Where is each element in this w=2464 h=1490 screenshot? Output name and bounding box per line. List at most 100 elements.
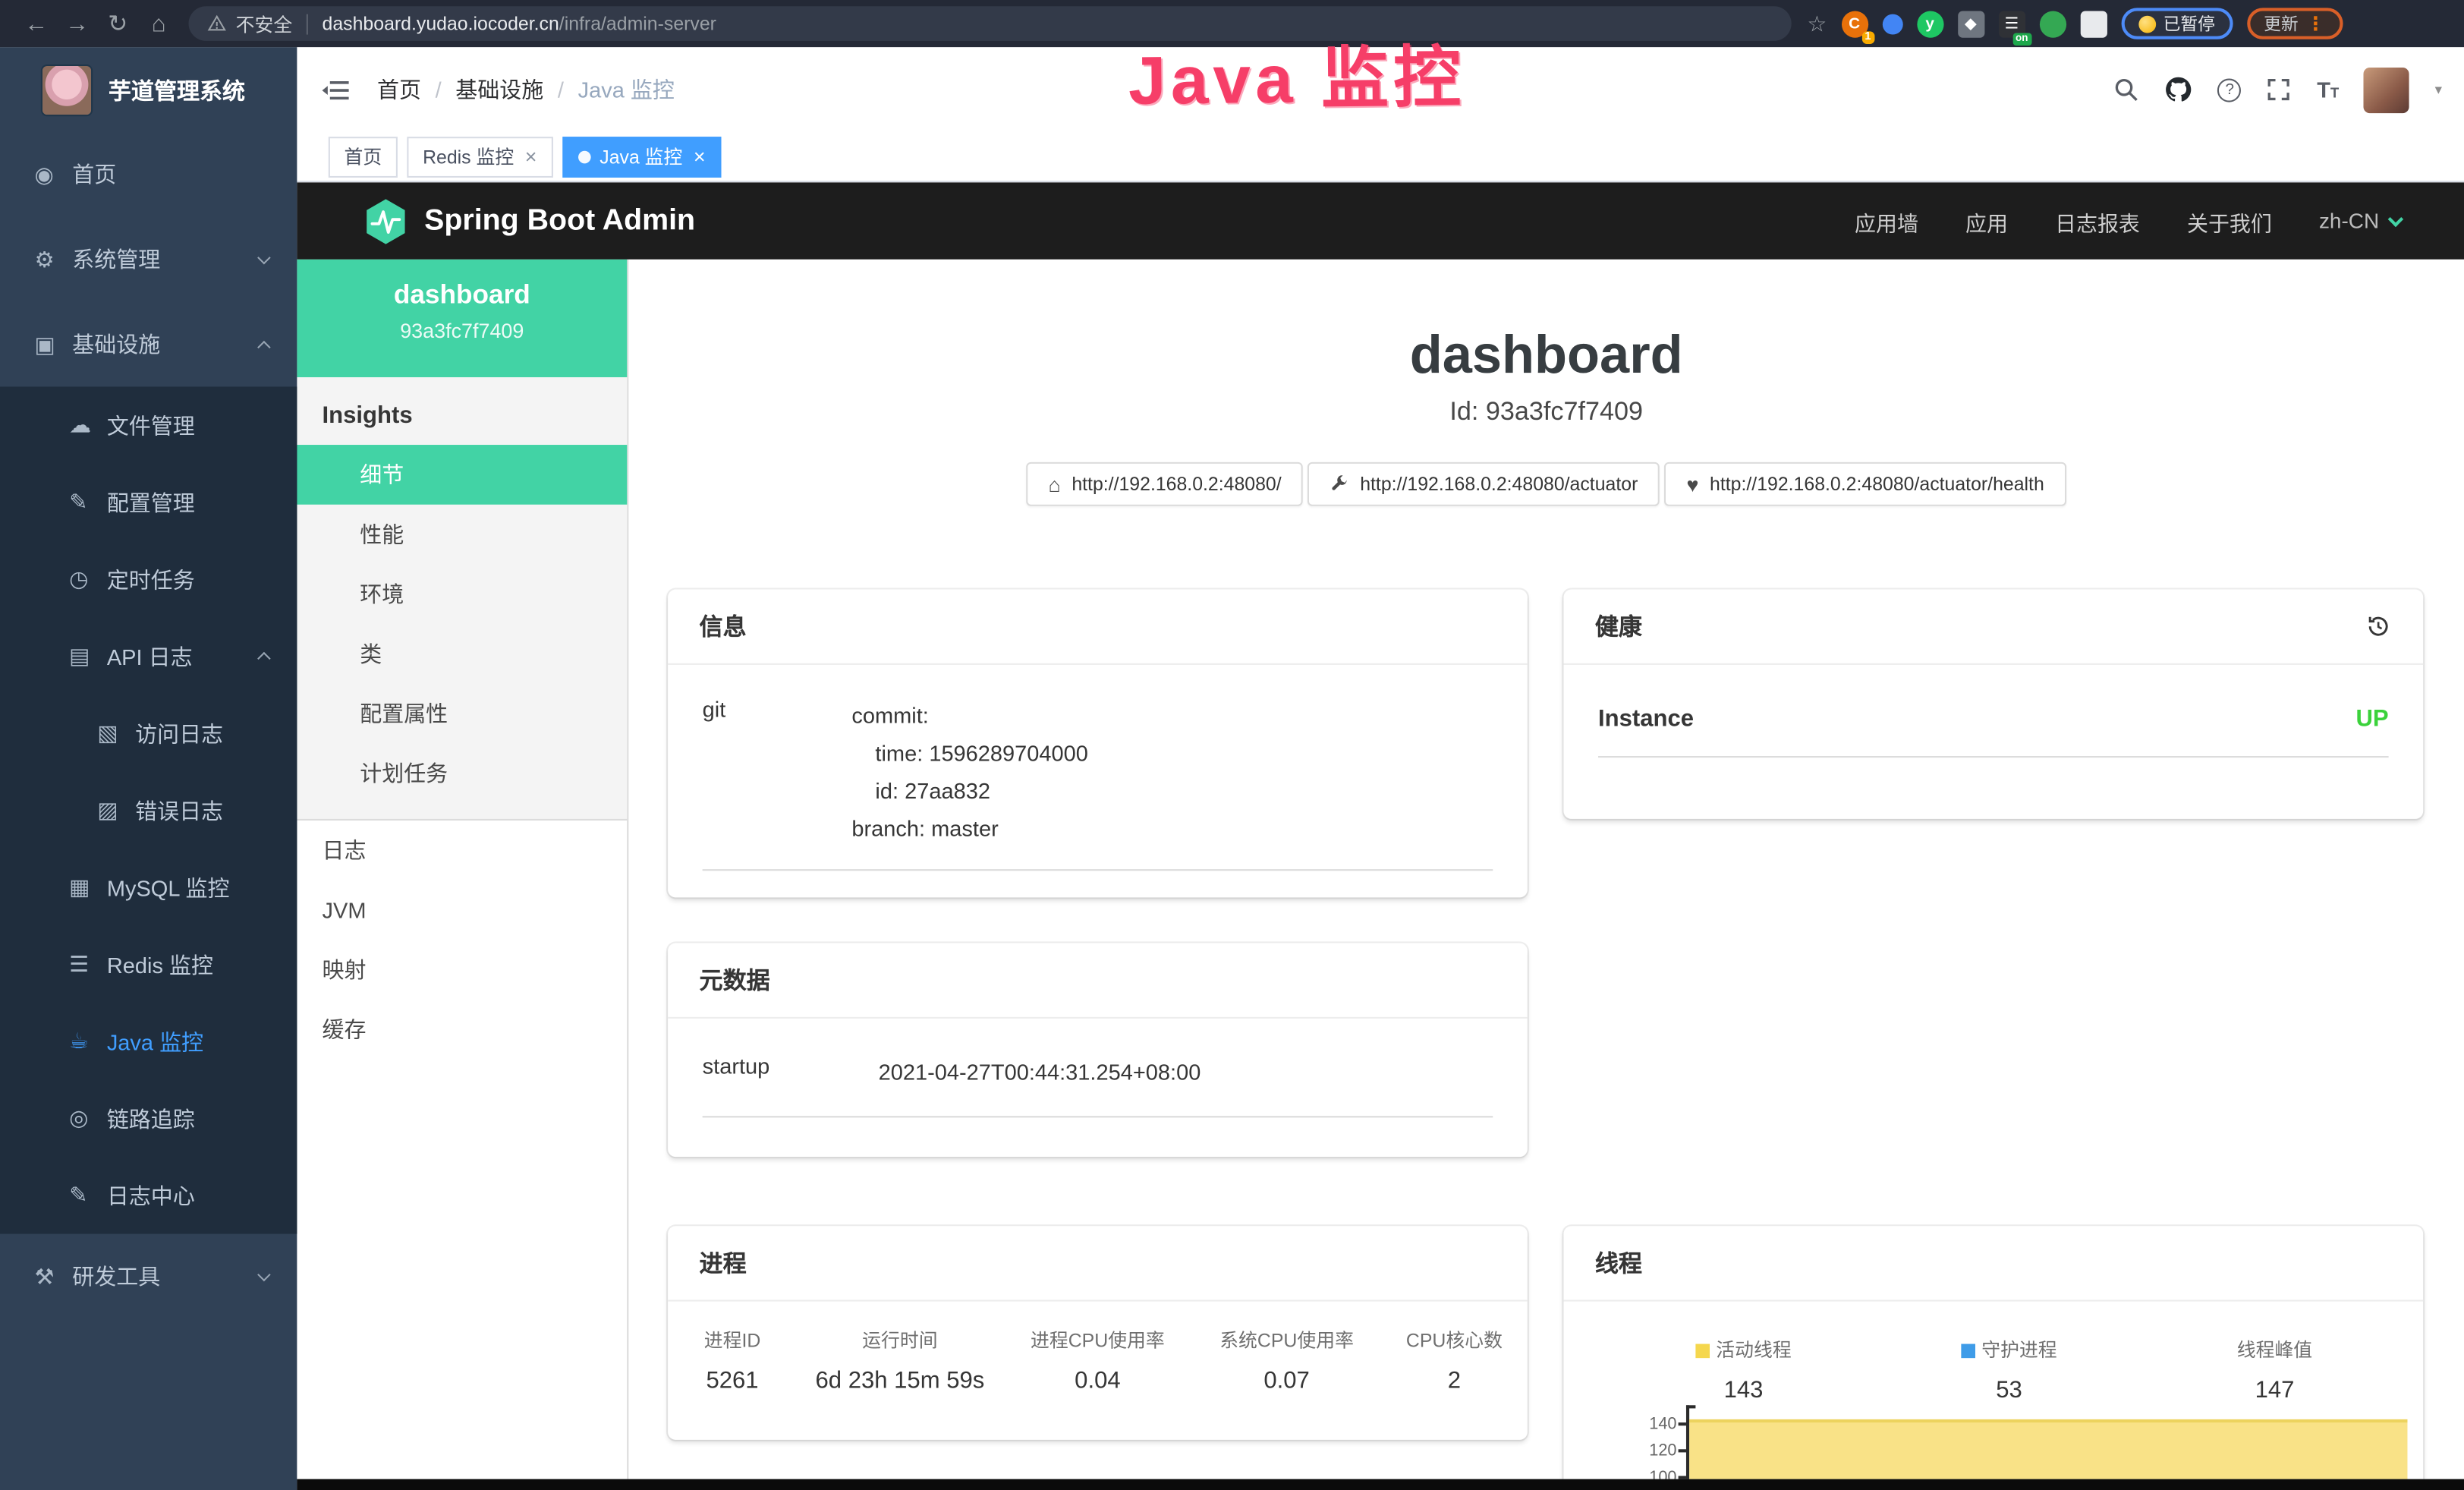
metadata-card-header: 元数据 xyxy=(668,943,1528,1018)
extension-icon-grid[interactable]: ◆ xyxy=(1957,10,1984,36)
address-bar[interactable]: 不安全 dashboard.yudao.iocoder.cn/infra/adm… xyxy=(188,6,1791,41)
sba-item-config-props[interactable]: 配置属性 xyxy=(297,684,627,744)
sidebar-item-access-logs[interactable]: ▧ 访问日志 xyxy=(0,695,297,771)
sidebar-item-scheduled-jobs[interactable]: ◷ 定时任务 xyxy=(0,540,297,617)
sidebar-item-home[interactable]: ◉ 首页 xyxy=(0,132,297,217)
extension-icon-orange[interactable]: C1 xyxy=(1841,10,1868,36)
close-icon[interactable]: × xyxy=(694,146,706,167)
sidebar-item-mysql-monitor[interactable]: ▦ MySQL 监控 xyxy=(0,849,297,925)
sba-item-classes[interactable]: 类 xyxy=(297,624,627,684)
avatar-caret-icon[interactable]: ▾ xyxy=(2435,81,2442,99)
browser-update-button[interactable]: 更新 ⋮ xyxy=(2246,8,2342,39)
screen: ← → ↻ ⌂ 不安全 dashboard.yudao.iocoder.cn/i… xyxy=(0,0,2464,1490)
extension-icon-pin[interactable] xyxy=(1882,14,1902,34)
app-menu: ◉ 首页 ⚙ 系统管理 ▣ 基础设施 ☁ 文件管理 ✎ 配置管理 xyxy=(0,132,297,1318)
sba-sidebar: dashboard 93a3fc7f7409 Insights 细节 性能 环境… xyxy=(297,260,628,1479)
security-warning-icon xyxy=(207,14,226,33)
actuator-url-button[interactable]: http://192.168.0.2:48080/actuator xyxy=(1308,462,1660,506)
java-cup-icon: ☕ xyxy=(69,1028,107,1054)
extension-icon-y[interactable]: y xyxy=(1916,10,1943,36)
github-icon[interactable] xyxy=(2164,75,2192,103)
extension-icon-dark[interactable]: ☰on xyxy=(1998,10,2025,36)
log-file-icon: ▨ xyxy=(97,797,135,824)
chevron-down-icon xyxy=(257,1268,271,1281)
sidebar-item-config-mgmt[interactable]: ✎ 配置管理 xyxy=(0,464,297,540)
health-url-button[interactable]: ♥ http://192.168.0.2:48080/actuator/heal… xyxy=(1665,462,2066,506)
sidebar-item-redis-monitor[interactable]: ☰ Redis 监控 xyxy=(0,926,297,1003)
sba-item-metrics[interactable]: 性能 xyxy=(297,505,627,565)
sba-item-logs[interactable]: 日志 xyxy=(297,821,627,880)
sba-item-scheduled-tasks[interactable]: 计划任务 xyxy=(297,743,627,803)
tab-java-monitor[interactable]: Java 监控 × xyxy=(562,136,722,177)
app-logo-row[interactable]: 芋道管理系统 xyxy=(0,47,297,132)
tag-tab-bar: 首页 Redis 监控 × Java 监控 × xyxy=(297,132,2464,182)
sba-logo[interactable]: Spring Boot Admin xyxy=(364,197,695,244)
wrench-icon xyxy=(1330,474,1349,493)
sba-item-details[interactable]: 细节 xyxy=(297,445,627,505)
sidebar-item-api-logs[interactable]: ▤ API 日志 xyxy=(0,618,297,695)
instance-header[interactable]: dashboard 93a3fc7f7409 xyxy=(297,260,627,377)
bookmark-star-icon[interactable]: ☆ xyxy=(1807,10,1827,36)
process-card: 进程 进程ID 5261 运行时间 6d 23h 15m 59s 进程CPU使用… xyxy=(668,1226,1528,1440)
sba-item-jvm[interactable]: JVM xyxy=(297,880,627,940)
breadcrumb-home[interactable]: 首页 xyxy=(377,74,421,105)
tab-redis-monitor[interactable]: Redis 监控 × xyxy=(407,136,552,177)
legend-blue-swatch xyxy=(1961,1344,1975,1359)
sba-item-environment[interactable]: 环境 xyxy=(297,564,627,624)
sba-nav-journal[interactable]: 日志报表 xyxy=(2055,205,2140,236)
forward-icon[interactable]: → xyxy=(57,10,98,36)
y-tick-mark xyxy=(1679,1422,1686,1425)
live-threads-area xyxy=(1689,1419,2407,1479)
sidebar-item-java-monitor[interactable]: ☕ Java 监控 xyxy=(0,1003,297,1079)
threads-card-header: 线程 xyxy=(1563,1226,2423,1301)
stat-pid: 进程ID 5261 xyxy=(668,1327,797,1394)
fullscreen-icon[interactable] xyxy=(2267,77,2292,102)
sidebar-item-tracing[interactable]: ◎ 链路追踪 xyxy=(0,1080,297,1157)
breadcrumb-separator: / xyxy=(558,77,564,102)
sba-nav-about[interactable]: 关于我们 xyxy=(2187,205,2272,236)
sba-nav-applications[interactable]: 应用 xyxy=(1965,205,2008,236)
instance-name: dashboard xyxy=(297,280,627,311)
back-icon[interactable]: ← xyxy=(16,10,57,36)
reload-icon[interactable]: ↻ xyxy=(97,9,138,37)
tab-home[interactable]: 首页 xyxy=(329,136,398,177)
chevron-down-icon xyxy=(2388,211,2403,226)
extension-icon-green[interactable] xyxy=(2039,10,2066,36)
avatar[interactable] xyxy=(2364,67,2409,112)
health-card: 健康 Instance UP xyxy=(1563,590,2423,819)
breadcrumb-current: Java 监控 xyxy=(578,74,675,105)
font-size-icon[interactable]: TT xyxy=(2317,77,2339,102)
sba-item-caches[interactable]: 缓存 xyxy=(297,1000,627,1060)
sidebar-item-system[interactable]: ⚙ 系统管理 xyxy=(0,217,297,302)
process-stats: 进程ID 5261 运行时间 6d 23h 15m 59s 进程CPU使用率 0… xyxy=(668,1302,1528,1394)
service-url-button[interactable]: ⌂ http://192.168.0.2:48080/ xyxy=(1027,462,1304,506)
sidebar-item-log-center[interactable]: ✎ 日志中心 xyxy=(0,1157,297,1233)
breadcrumb-separator: / xyxy=(436,77,442,102)
sba-language-select[interactable]: zh-CN xyxy=(2319,209,2401,232)
health-instance-row[interactable]: Instance UP xyxy=(1598,706,2389,758)
metadata-card: 元数据 startup 2021-04-27T00:44:31.254+08:0… xyxy=(668,943,1528,1157)
paused-badge[interactable]: 已暂停 xyxy=(2121,8,2233,39)
y-tick: 100 xyxy=(1614,1470,1677,1479)
sidebar-toggle-icon[interactable] xyxy=(323,78,349,102)
home-icon[interactable]: ⌂ xyxy=(138,10,179,36)
sidebar-item-file-mgmt[interactable]: ☁ 文件管理 xyxy=(0,386,297,463)
sba-main: dashboard Id: 93a3fc7f7409 ⌂ http://192.… xyxy=(628,260,2464,1479)
history-icon[interactable] xyxy=(2365,613,2392,640)
instance-id-line: Id: 93a3fc7f7409 xyxy=(628,398,2464,427)
sba-item-mappings[interactable]: 映射 xyxy=(297,940,627,1000)
close-icon[interactable]: × xyxy=(525,146,537,167)
sidebar-item-error-logs[interactable]: ▨ 错误日志 xyxy=(0,772,297,849)
help-icon[interactable]: ? xyxy=(2218,78,2242,102)
sidebar-item-infra[interactable]: ▣ 基础设施 xyxy=(0,302,297,387)
browser-menu-icon[interactable]: ⋮ xyxy=(2306,13,2325,35)
stat-cpu-cores: CPU核心数 2 xyxy=(1381,1327,1528,1394)
insights-section: Insights 细节 性能 环境 类 配置属性 计划任务 xyxy=(297,377,627,821)
breadcrumb-infra[interactable]: 基础设施 xyxy=(455,74,543,105)
sba-nav-wallboard[interactable]: 应用墙 xyxy=(1855,205,1918,236)
screen-icon: ▦ xyxy=(69,874,107,900)
extensions-puzzle-icon[interactable] xyxy=(2080,10,2107,36)
sidebar-item-dev-tools[interactable]: ⚒ 研发工具 xyxy=(0,1234,297,1319)
search-icon[interactable] xyxy=(2114,77,2139,102)
sba-header: Spring Boot Admin 应用墙 应用 日志报表 关于我们 zh-CN xyxy=(297,182,2464,259)
